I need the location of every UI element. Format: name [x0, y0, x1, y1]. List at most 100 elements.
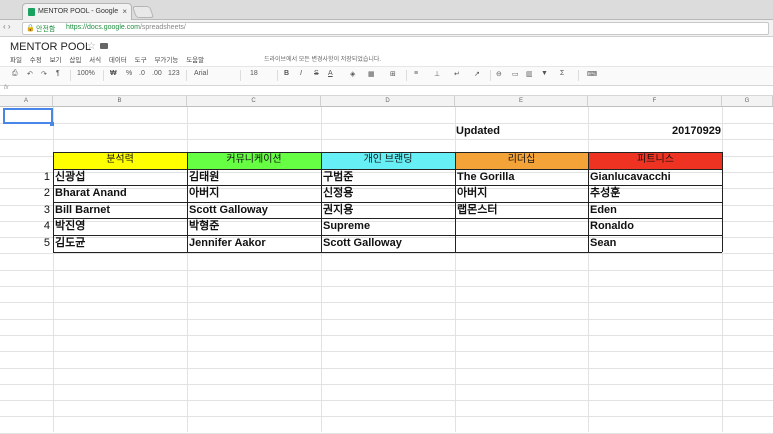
folder-icon[interactable]	[100, 43, 108, 49]
table-border	[53, 218, 722, 220]
table-header-cell[interactable]: 커뮤니케이션	[187, 152, 321, 169]
table-cell[interactable]: Ronaldo	[590, 218, 634, 234]
table-cell[interactable]: Jennifer Aakor	[189, 235, 266, 251]
table-border	[588, 152, 589, 252]
table-cell[interactable]: The Gorilla	[457, 169, 514, 185]
grid-row-line	[0, 139, 773, 141]
print-icon[interactable]: ⎙	[12, 70, 18, 78]
table-header-cell[interactable]: 리더십	[455, 152, 588, 169]
table-cell[interactable]: 추성훈	[590, 185, 620, 201]
horizontal-align-icon[interactable]: ≡	[414, 70, 418, 77]
insert-comment-icon[interactable]: ▭	[512, 70, 519, 78]
table-cell[interactable]: 구범준	[323, 169, 353, 185]
borders-icon[interactable]: ▦	[368, 70, 375, 78]
table-cell[interactable]: 신정용	[323, 185, 353, 201]
save-status[interactable]: 드라이브에서 모든 변경사항이 저장되었습니다.	[264, 54, 381, 63]
formula-bar[interactable]: fx	[0, 85, 773, 96]
tab-close-icon[interactable]: ×	[122, 4, 127, 20]
table-header-cell[interactable]: 분석력	[53, 152, 187, 169]
table-cell[interactable]: 김도균	[55, 235, 85, 251]
functions-icon[interactable]: Σ	[560, 70, 564, 77]
table-cell[interactable]: Supreme	[323, 218, 370, 234]
table-border	[53, 152, 722, 153]
column-header-f[interactable]: F	[588, 96, 722, 106]
table-cell[interactable]: 랩몬스터	[457, 202, 497, 218]
table-border	[722, 152, 723, 252]
text-color-button[interactable]: A	[328, 70, 333, 77]
increase-decimal-button[interactable]: .00	[152, 70, 162, 77]
number-format-button[interactable]: 123	[168, 70, 180, 77]
grid-row-line	[0, 367, 773, 369]
table-border	[455, 152, 456, 252]
insert-link-icon[interactable]: ⊖	[496, 70, 502, 78]
updated-date[interactable]: 20170929	[588, 125, 721, 137]
row-number: 5	[43, 237, 50, 249]
currency-button[interactable]: ₩	[110, 70, 117, 77]
text-wrap-icon[interactable]: ↵	[454, 70, 460, 78]
filter-icon[interactable]: ▼	[541, 70, 548, 77]
vertical-align-icon[interactable]: ⊥	[434, 70, 440, 78]
menu-file[interactable]: 파일	[10, 57, 22, 64]
bold-button[interactable]: B	[284, 70, 289, 77]
table-cell[interactable]: 아버지	[457, 185, 487, 201]
undo-icon[interactable]: ↶	[27, 70, 33, 78]
font-select[interactable]: Arial	[194, 70, 208, 77]
column-header-a[interactable]: A	[0, 96, 53, 106]
decrease-decimal-button[interactable]: .0	[139, 70, 145, 77]
table-cell[interactable]: 김태원	[189, 169, 219, 185]
menu-tools[interactable]: 도구	[135, 57, 147, 64]
grid-row-line	[0, 123, 773, 124]
column-header-d[interactable]: D	[321, 96, 455, 106]
strikethrough-button[interactable]: S	[314, 70, 319, 77]
table-cell[interactable]: Gianlucavacchi	[590, 169, 671, 185]
tab-title: MENTOR POOL - Google 스프	[38, 8, 118, 15]
grid-row-line	[0, 416, 773, 418]
menu-format[interactable]: 서식	[89, 57, 101, 64]
text-rotate-icon[interactable]: ↗	[474, 70, 480, 78]
table-cell[interactable]: 권지용	[323, 202, 353, 218]
menu-insert[interactable]: 삽입	[69, 57, 81, 64]
insert-chart-icon[interactable]: ▥	[526, 70, 533, 78]
font-size-select[interactable]: 18	[250, 70, 258, 77]
menu-help[interactable]: 도움말	[186, 57, 204, 64]
table-header-cell[interactable]: 피트니스	[588, 152, 723, 169]
zoom-select[interactable]: 100%	[77, 70, 95, 77]
fill-handle[interactable]	[50, 122, 54, 126]
column-header-g[interactable]: G	[722, 96, 773, 106]
table-cell[interactable]: Bill Barnet	[55, 202, 110, 218]
menu-edit[interactable]: 수정	[30, 57, 42, 64]
table-cell[interactable]: Eden	[590, 202, 617, 218]
menu-data[interactable]: 데이터	[109, 57, 127, 64]
paint-format-icon[interactable]: ¶	[56, 70, 60, 77]
browser-tab[interactable]: MENTOR POOL - Google 스프 ×	[22, 3, 132, 20]
new-tab-button[interactable]	[131, 6, 155, 18]
merge-cells-icon[interactable]: ⊞	[390, 70, 396, 78]
document-title[interactable]: MENTOR POOL	[10, 41, 91, 53]
updated-label[interactable]: Updated	[456, 125, 500, 137]
input-tools-icon[interactable]: ⌨	[587, 70, 597, 78]
table-cell[interactable]: 아버지	[189, 185, 219, 201]
fill-color-icon[interactable]: ◈	[350, 70, 355, 78]
table-header-cell[interactable]: 개인 브랜딩	[321, 152, 455, 169]
back-forward-icon[interactable]: ‹ ›	[3, 22, 11, 31]
italic-button[interactable]: I	[300, 70, 302, 77]
column-header-b[interactable]: B	[53, 96, 187, 106]
table-cell[interactable]: Scott Galloway	[323, 235, 402, 251]
redo-icon[interactable]: ↷	[41, 70, 47, 78]
percent-button[interactable]: %	[126, 70, 132, 77]
selected-cell[interactable]	[3, 108, 53, 124]
menu-view[interactable]: 보기	[50, 57, 62, 64]
table-cell[interactable]: Scott Galloway	[189, 202, 268, 218]
menu-addons[interactable]: 부가기능	[154, 57, 178, 64]
address-bar: ‹ › 🔒 안전함 https://docs.google.com/spread…	[0, 20, 773, 37]
table-cell[interactable]: 신광섭	[55, 169, 85, 185]
table-cell[interactable]: Sean	[590, 235, 616, 251]
table-cell[interactable]: 박진영	[55, 218, 85, 234]
grid-row-line	[0, 302, 773, 304]
column-header-c[interactable]: C	[187, 96, 321, 106]
column-header-e[interactable]: E	[455, 96, 588, 106]
table-cell[interactable]: 박형준	[189, 218, 219, 234]
star-icon[interactable]: ☆	[87, 41, 96, 52]
table-cell[interactable]: Bharat Anand	[55, 185, 127, 201]
omnibox[interactable]: 🔒 안전함 https://docs.google.com/spreadshee…	[22, 22, 769, 35]
